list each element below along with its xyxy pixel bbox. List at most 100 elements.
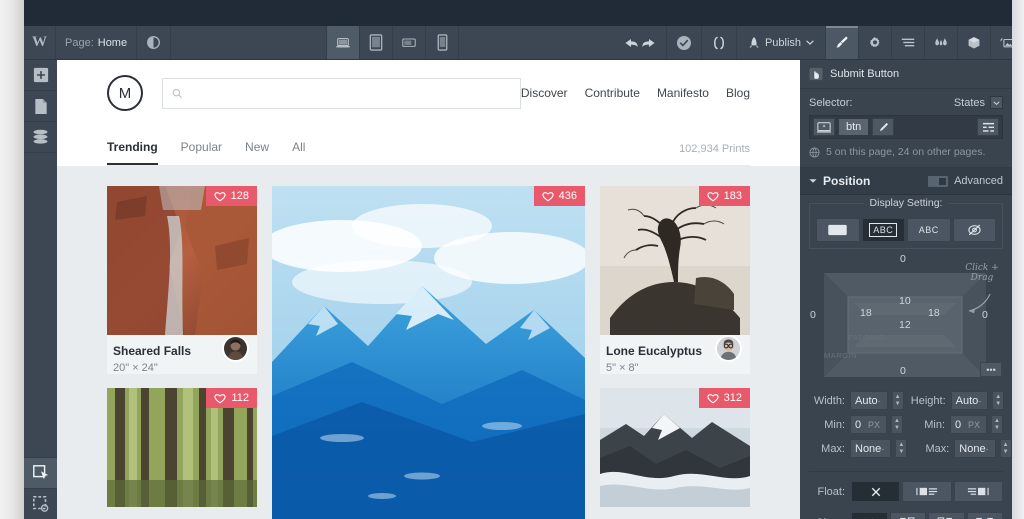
- publish-button[interactable]: Publish: [737, 26, 827, 59]
- float-left-button[interactable]: [902, 481, 952, 502]
- min-height-input[interactable]: 0 PX: [950, 415, 987, 434]
- clear-right-button[interactable]: [928, 512, 965, 519]
- undo-redo-group[interactable]: [614, 26, 667, 59]
- tab-all[interactable]: All: [292, 140, 305, 165]
- height-input[interactable]: Auto -: [950, 391, 989, 410]
- site-logo[interactable]: M: [107, 75, 143, 111]
- selector-list-button[interactable]: [977, 118, 999, 136]
- rail-item-select-tool[interactable]: [24, 457, 57, 488]
- display-block-button[interactable]: [816, 218, 860, 242]
- position-section-header[interactable]: Position Advanced: [800, 168, 1012, 195]
- breakpoint-desktop[interactable]: [327, 26, 361, 59]
- min-width-input[interactable]: 0 PX: [850, 415, 887, 434]
- height-label: Height:: [910, 394, 946, 407]
- tab-popular[interactable]: Popular: [181, 140, 222, 165]
- design-canvas[interactable]: M Discover Contribute Manifesto Blog Tre…: [57, 60, 800, 519]
- print-card[interactable]: 312: [600, 388, 750, 507]
- like-badge[interactable]: 183: [698, 186, 750, 206]
- heart-icon: [542, 191, 554, 201]
- display-inline-block-button[interactable]: ABC: [861, 218, 905, 242]
- height-stepper[interactable]: ▲ ▼: [993, 391, 1005, 410]
- panel-tab-settings[interactable]: [859, 26, 893, 59]
- width-field-group: Width: Auto - ▲ ▼: [809, 391, 904, 410]
- rail-item-marquee-tool[interactable]: [24, 488, 57, 519]
- like-badge[interactable]: 436: [533, 186, 585, 206]
- tab-new[interactable]: New: [245, 140, 269, 165]
- padding-right-value[interactable]: 18: [928, 307, 940, 319]
- panel-tab-style[interactable]: [826, 26, 860, 59]
- nav-link-blog[interactable]: Blog: [726, 86, 750, 100]
- max-width-input[interactable]: None -: [850, 439, 892, 458]
- edit-selector-button[interactable]: [872, 118, 895, 136]
- float-none-button[interactable]: [851, 481, 901, 502]
- like-badge[interactable]: 112: [206, 388, 257, 408]
- clear-none-button[interactable]: [851, 512, 888, 519]
- width-stepper[interactable]: ▲ ▼: [892, 391, 904, 410]
- breakpoint-scope-icon[interactable]: *: [813, 118, 835, 136]
- padding-left-value[interactable]: 18: [860, 307, 872, 319]
- search-box[interactable]: [162, 77, 521, 109]
- margin-top-value[interactable]: 0: [900, 253, 906, 265]
- clear-both-button[interactable]: [966, 512, 1003, 519]
- rail-item-cms[interactable]: [24, 122, 57, 153]
- margin-left-value[interactable]: 0: [810, 309, 816, 321]
- min-row: Min: 0 PX ▲ ▼ Min: 0 PX ▲ ▼: [809, 415, 1003, 434]
- pencil-icon: [879, 122, 888, 131]
- preview-toggle-button[interactable]: [137, 26, 172, 59]
- height-unit: -: [978, 395, 982, 406]
- toggle-switch[interactable]: [928, 175, 949, 187]
- desktop-icon: [336, 37, 350, 47]
- undo-arrow-icon: [625, 38, 655, 47]
- max-height-stepper[interactable]: ▲ ▼: [1000, 439, 1012, 458]
- page-selector[interactable]: Page: Home: [56, 26, 138, 59]
- max-width-stepper[interactable]: ▲ ▼: [896, 439, 908, 458]
- prints-count: 102,934 Prints: [679, 143, 750, 155]
- min-height-stepper[interactable]: ▲ ▼: [992, 415, 1003, 434]
- rail-item-add[interactable]: [24, 60, 57, 91]
- avatar[interactable]: [715, 335, 742, 362]
- search-input[interactable]: [189, 87, 511, 99]
- nav-link-manifesto[interactable]: Manifesto: [657, 86, 709, 100]
- check-circle-icon: [676, 35, 691, 50]
- breakpoint-tablet[interactable]: [360, 26, 394, 59]
- lines-icon: [901, 38, 915, 47]
- chevron-down-icon: [806, 40, 814, 45]
- like-badge[interactable]: 312: [698, 388, 750, 408]
- display-inline-button[interactable]: ABC: [907, 218, 951, 242]
- panel-tab-components[interactable]: [958, 26, 992, 59]
- panel-tab-typography[interactable]: [892, 26, 926, 59]
- padding-bottom-value[interactable]: 12: [899, 319, 911, 331]
- breakpoint-tablet-landscape[interactable]: [393, 26, 427, 59]
- min-width-stepper[interactable]: ▲ ▼: [892, 415, 903, 434]
- print-photo: [600, 186, 750, 335]
- box-model-editor[interactable]: 0 0 0 0 10 12 18 18 PADDING MARGIN Click…: [806, 253, 1006, 383]
- avatar[interactable]: [222, 335, 249, 362]
- box-model-more-button[interactable]: •••: [980, 362, 1002, 377]
- app-logo[interactable]: W: [24, 26, 56, 59]
- selector-class-tag[interactable]: btn: [839, 119, 869, 135]
- rail-item-pages[interactable]: [24, 91, 57, 122]
- code-export-button[interactable]: [702, 26, 737, 59]
- clear-left-button[interactable]: [889, 512, 926, 519]
- nav-link-contribute[interactable]: Contribute: [585, 86, 640, 100]
- print-card[interactable]: 112: [107, 388, 257, 507]
- states-dropdown[interactable]: States: [954, 96, 1003, 109]
- advanced-toggle[interactable]: Advanced: [928, 175, 1003, 187]
- breakpoint-mobile[interactable]: [426, 26, 460, 59]
- padding-top-value[interactable]: 10: [899, 295, 911, 307]
- print-card[interactable]: 183 Lone Eucalyptus 5" × 8": [600, 186, 750, 374]
- float-right-button[interactable]: [953, 481, 1003, 502]
- print-card[interactable]: 436: [272, 186, 585, 519]
- save-status-button[interactable]: [667, 26, 702, 59]
- margin-bottom-value[interactable]: 0: [900, 365, 906, 377]
- like-badge[interactable]: 128: [205, 186, 257, 206]
- tab-trending[interactable]: Trending: [107, 140, 158, 165]
- nav-link-discover[interactable]: Discover: [521, 86, 568, 100]
- panel-tab-effects[interactable]: [925, 26, 959, 59]
- print-card[interactable]: 128 Sheared Falls 20" × 24": [107, 186, 257, 374]
- width-input[interactable]: Auto -: [850, 391, 888, 410]
- desktop-backdrop-top: [0, 0, 1024, 26]
- display-none-button[interactable]: [952, 218, 996, 242]
- selector-input-row[interactable]: * btn: [809, 115, 1003, 139]
- max-height-input[interactable]: None -: [954, 439, 996, 458]
